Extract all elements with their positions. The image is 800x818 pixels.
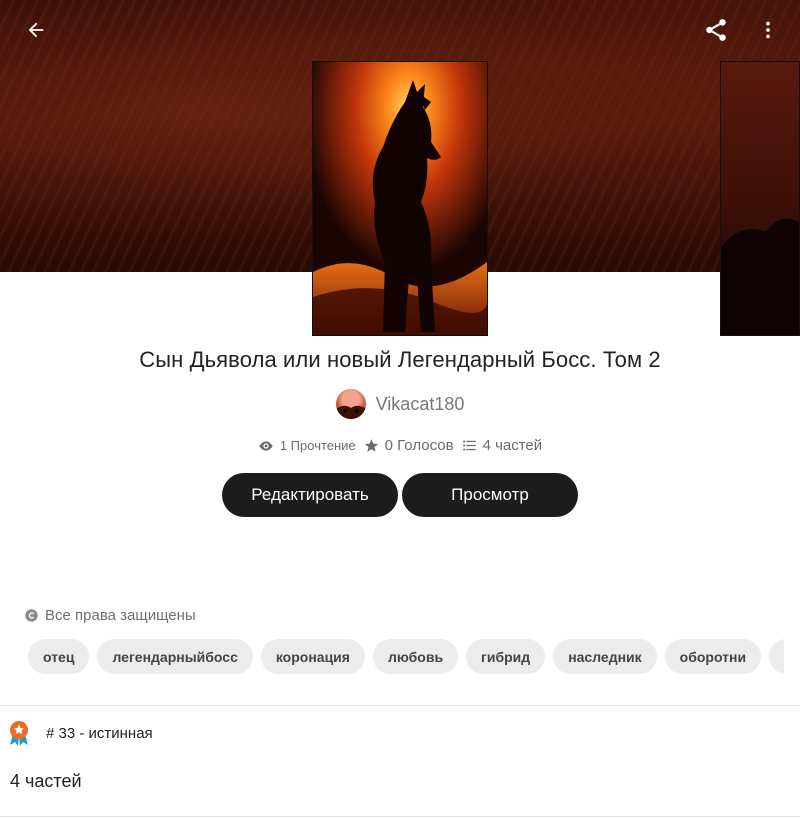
list-icon xyxy=(462,440,476,451)
votes-stat: 0 Голосов xyxy=(364,437,454,454)
ranking-text: # 33 - истинная xyxy=(46,724,153,742)
tag-chip[interactable]: гибрид xyxy=(466,639,546,674)
share-button[interactable] xyxy=(696,10,736,50)
edit-button[interactable]: Редактировать xyxy=(222,473,398,517)
tag-chip[interactable]: наследник xyxy=(553,639,657,674)
back-button[interactable] xyxy=(16,10,56,50)
avatar-image xyxy=(335,405,366,419)
ranking-badge-icon xyxy=(10,721,28,746)
star-icon xyxy=(364,439,378,452)
more-vertical-icon xyxy=(766,21,770,39)
copyright-text: Все права защищены xyxy=(45,607,196,624)
parts-stat: 4 частей xyxy=(462,437,543,454)
ranking-row[interactable]: # 33 - истинная xyxy=(8,720,153,746)
more-options-button[interactable] xyxy=(748,10,788,50)
arrow-left-icon xyxy=(28,22,44,38)
view-button[interactable]: Просмотр xyxy=(402,473,578,517)
next-cover-illustration xyxy=(721,218,799,335)
divider xyxy=(0,816,800,817)
author-row[interactable]: Vikacat180 xyxy=(0,389,800,419)
divider xyxy=(0,705,800,706)
votes-count: 0 Голосов xyxy=(384,437,454,454)
reads-stat: 1 Прочтение xyxy=(258,438,356,454)
tag-chip[interactable]: отец xyxy=(28,639,90,674)
author-avatar[interactable] xyxy=(335,389,366,419)
parts-section-label[interactable]: 4 частей xyxy=(10,771,82,792)
story-stats: 1 Прочтение 0 Голосов 4 частей xyxy=(0,437,800,454)
copyright-row: Все права защищены xyxy=(24,607,196,624)
parts-count: 4 частей xyxy=(482,437,543,454)
tag-chip[interactable]: легендарныйбосс xyxy=(97,639,253,674)
wolf-cover-illustration xyxy=(313,62,487,335)
tags-list: отец легендарныйбосс коронация любовь гибрид… xyxy=(28,639,784,675)
copyright-icon xyxy=(25,609,38,622)
story-title: Сын Дьявола или новый Легендарный Босс. … xyxy=(139,347,661,372)
share-icon xyxy=(706,19,726,41)
next-cover-image[interactable] xyxy=(720,61,800,336)
author-name[interactable]: Vikacat180 xyxy=(376,394,465,415)
tag-chip[interactable]: коронация xyxy=(260,639,365,674)
reads-count: 1 Прочтение xyxy=(279,438,356,453)
story-cover-image[interactable] xyxy=(312,61,488,336)
tag-chip[interactable]: оборотни xyxy=(664,639,762,674)
tag-chip-overflow[interactable] xyxy=(769,639,784,674)
eye-icon xyxy=(259,440,273,451)
tag-chip[interactable]: любовь xyxy=(372,639,459,674)
